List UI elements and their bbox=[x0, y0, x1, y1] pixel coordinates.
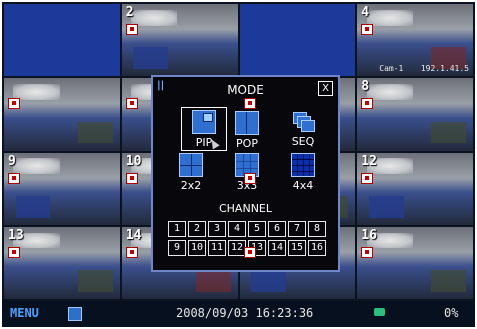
pip-icon bbox=[192, 110, 216, 134]
record-icon bbox=[125, 98, 138, 110]
camera-tile-12[interactable]: 12 bbox=[357, 152, 473, 225]
record-icon bbox=[361, 98, 374, 110]
channel-button-5[interactable]: 5 bbox=[248, 221, 266, 237]
channel-button-16[interactable]: 16 bbox=[308, 240, 326, 256]
camera-tile-5[interactable] bbox=[4, 78, 120, 151]
channel-number: 13 bbox=[8, 227, 24, 243]
channel-number: 9 bbox=[8, 153, 16, 169]
camera-name: Cam-1 bbox=[379, 64, 404, 74]
camera-info: 192.1.41.5 bbox=[420, 64, 469, 74]
mode-label: PIP bbox=[195, 136, 213, 149]
mode-pip-button[interactable]: PIP bbox=[181, 107, 227, 151]
camera-tile-1[interactable] bbox=[4, 4, 120, 77]
dvr-screen: 2 4 Cam-1 192.1.41.5 8 9 10 12 13 14 16 ME… bbox=[2, 2, 475, 327]
record-icon bbox=[361, 246, 374, 258]
mode-label: SEQ bbox=[291, 135, 315, 148]
channel-button-2[interactable]: 2 bbox=[188, 221, 206, 237]
record-icon bbox=[8, 172, 20, 184]
channel-button-8[interactable]: 8 bbox=[308, 221, 326, 237]
channel-button-7[interactable]: 7 bbox=[288, 221, 306, 237]
channel-number: 12 bbox=[361, 153, 377, 169]
dialog-title: MODE bbox=[227, 83, 264, 97]
camera-tile-13[interactable]: 13 bbox=[4, 226, 120, 299]
record-icon bbox=[243, 98, 256, 110]
channel-button-3[interactable]: 3 bbox=[208, 221, 226, 237]
channel-number: 10 bbox=[125, 153, 142, 169]
close-button[interactable]: X bbox=[318, 81, 333, 96]
channel-number: 2 bbox=[125, 5, 134, 20]
channel-number: 14 bbox=[125, 227, 142, 243]
channel-button-6[interactable]: 6 bbox=[268, 221, 286, 237]
hdd-icon bbox=[374, 308, 385, 316]
channel-number: 8 bbox=[361, 79, 370, 95]
channel-button-10[interactable]: 10 bbox=[188, 240, 206, 256]
channel-number: 4 bbox=[361, 5, 370, 20]
record-icon bbox=[125, 24, 138, 35]
hdd-usage: 0% bbox=[444, 306, 459, 320]
record-icon bbox=[243, 246, 256, 258]
mode-3x3-button[interactable]: 3x3 bbox=[227, 151, 267, 192]
mode-seq-button[interactable]: SEQ bbox=[283, 109, 323, 149]
camera-tile-3[interactable] bbox=[239, 4, 356, 77]
mode-label: 4x4 bbox=[292, 179, 314, 192]
channel-button-1[interactable]: 1 bbox=[168, 221, 186, 237]
record-icon bbox=[125, 172, 138, 184]
mode-pop-button[interactable]: POP bbox=[227, 109, 267, 150]
channel-heading: CHANNEL bbox=[218, 202, 272, 215]
menu-button[interactable]: MENU bbox=[10, 306, 39, 320]
record-icon bbox=[8, 246, 20, 258]
camera-tile-8[interactable]: 8 bbox=[357, 78, 473, 151]
pop-icon bbox=[235, 111, 259, 135]
channel-button-15[interactable]: 15 bbox=[288, 240, 306, 256]
channel-button-4[interactable]: 4 bbox=[228, 221, 246, 237]
date-time: 2008/09/03 16:23:36 bbox=[176, 306, 314, 320]
navigation-icon[interactable] bbox=[68, 307, 82, 321]
grid-4x4-icon bbox=[291, 153, 315, 177]
mode-label: POP bbox=[236, 137, 258, 150]
camera-tile-16[interactable]: 16 bbox=[357, 226, 473, 299]
channel-button-9[interactable]: 9 bbox=[168, 240, 186, 256]
status-bar: MENU 2008/09/03 16:23:36 0% bbox=[2, 301, 475, 327]
record-icon bbox=[243, 172, 256, 184]
camera-tile-9[interactable]: 9 bbox=[4, 152, 120, 225]
mode-label: 2x2 bbox=[180, 179, 202, 192]
record-icon bbox=[8, 98, 20, 110]
mode-2x2-button[interactable]: 2x2 bbox=[171, 151, 211, 192]
camera-tile-4[interactable]: 4 Cam-1 192.1.41.5 bbox=[357, 4, 473, 77]
record-icon bbox=[125, 246, 138, 258]
seq-icon bbox=[292, 111, 315, 133]
channel-number: 16 bbox=[361, 227, 377, 243]
camera-tile-2[interactable]: 2 bbox=[121, 4, 238, 77]
channel-button-14[interactable]: 14 bbox=[268, 240, 286, 256]
record-icon bbox=[361, 24, 374, 35]
mode-4x4-button[interactable]: 4x4 bbox=[283, 151, 323, 192]
grid-2x2-icon bbox=[179, 153, 203, 177]
channel-button-11[interactable]: 11 bbox=[208, 240, 226, 256]
record-icon bbox=[361, 172, 374, 184]
